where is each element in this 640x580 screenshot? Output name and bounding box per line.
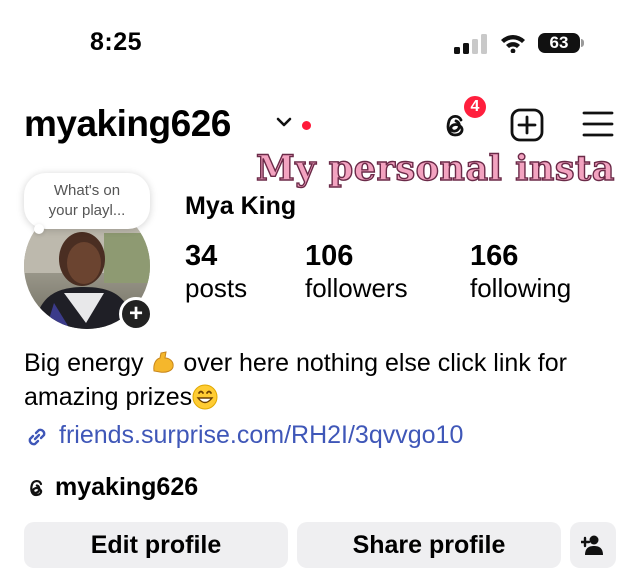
stat-label: posts (185, 273, 248, 303)
unread-dot (302, 121, 311, 130)
edit-profile-button[interactable]: Edit profile (24, 522, 288, 568)
create-post-icon[interactable] (509, 107, 545, 143)
cellular-signal-icon (454, 34, 487, 54)
note-line-2: your playl... (48, 202, 126, 219)
stat-following[interactable]: 166 following (470, 240, 571, 304)
notes-bubble-tail (34, 224, 44, 234)
flexed-biceps-icon (153, 351, 175, 373)
stat-value: 106 (305, 240, 354, 272)
chevron-down-icon[interactable] (276, 116, 292, 128)
link-icon (28, 428, 46, 446)
stat-value: 34 (185, 240, 218, 272)
wifi-icon (501, 35, 525, 53)
status-time: 8:25 (90, 28, 143, 56)
bio-link[interactable]: friends.surprise.com/RH2I/3qvvgo10 (59, 421, 463, 450)
display-name: Mya King (185, 192, 297, 220)
battery-nub (581, 39, 584, 47)
add-person-icon (581, 535, 603, 555)
stat-label: following (470, 273, 572, 303)
notification-badge: 4 (462, 94, 488, 120)
hamburger-menu-icon[interactable] (582, 109, 614, 139)
stat-value: 166 (470, 240, 519, 272)
threads-icon (30, 479, 43, 497)
stat-label: followers (305, 273, 408, 303)
discover-people-button[interactable] (570, 522, 616, 568)
profile-bio: Big energy over here nothing else click … (24, 346, 624, 414)
stat-followers[interactable]: 106 followers (305, 240, 408, 304)
notes-bubble[interactable]: What's on your playl... (24, 173, 150, 229)
grinning-face-icon (192, 384, 218, 410)
threads-handle-link[interactable]: myaking626 (55, 473, 198, 502)
bio-text-start: Big energy (24, 349, 151, 377)
share-profile-button[interactable]: Share profile (297, 522, 561, 568)
overlay-caption: My personal insta (255, 147, 615, 189)
add-story-button[interactable]: + (119, 297, 153, 331)
battery-indicator: 63 (538, 33, 580, 53)
stat-posts[interactable]: 34 posts (185, 240, 247, 304)
profile-username[interactable]: myaking626 (24, 103, 231, 145)
note-line-1: What's on (53, 182, 121, 199)
